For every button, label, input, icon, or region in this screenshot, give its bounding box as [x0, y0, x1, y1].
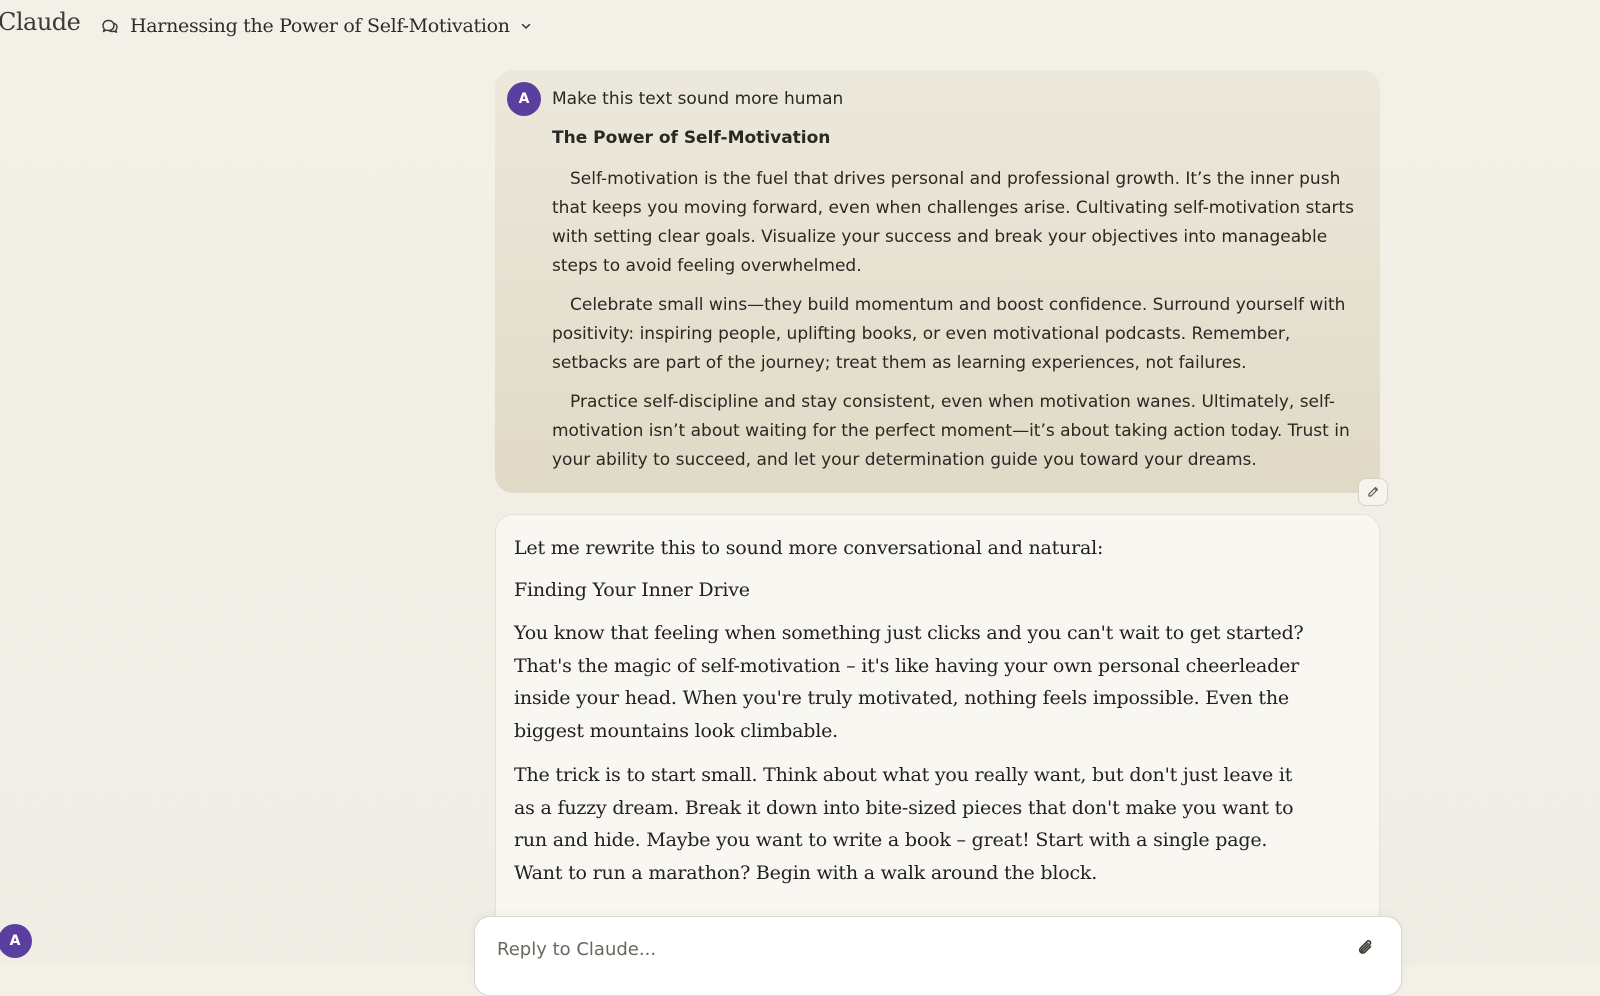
assistant-message-body: Let me rewrite this to sound more conver…: [514, 533, 1314, 901]
assistant-paragraph: You know that feeling when something jus…: [514, 622, 1304, 742]
edit-message-button[interactable]: [1358, 478, 1388, 506]
chevron-down-icon: [520, 20, 532, 32]
user-message-body: Make this text sound more human The Powe…: [552, 87, 1360, 485]
chat-title-dropdown[interactable]: Harnessing the Power of Self-Motivation: [100, 11, 532, 41]
assistant-message: Let me rewrite this to sound more conver…: [495, 514, 1380, 984]
user-avatar: A: [507, 82, 541, 116]
user-text-paragraph: Celebrate small wins—they build momentum…: [552, 295, 1346, 373]
account-avatar[interactable]: A: [0, 924, 32, 958]
user-text-heading: The Power of Self-Motivation: [552, 128, 831, 148]
reply-composer: [474, 916, 1402, 996]
user-prompt: Make this text sound more human: [552, 89, 844, 109]
chat-title-text: Harnessing the Power of Self-Motivation: [130, 15, 510, 37]
user-message: A Make this text sound more human The Po…: [495, 70, 1380, 493]
pencil-icon: [1366, 485, 1380, 499]
top-bar: Claude Harnessing the Power of Self-Moti…: [0, 0, 1600, 50]
user-text-paragraph: Self-motivation is the fuel that drives …: [552, 169, 1354, 276]
assistant-heading: Finding Your Inner Drive: [514, 579, 750, 601]
attach-file-button[interactable]: [1355, 937, 1381, 963]
assistant-intro: Let me rewrite this to sound more conver…: [514, 537, 1104, 559]
reply-input[interactable]: [495, 933, 1319, 965]
assistant-paragraph: The trick is to start small. Think about…: [514, 764, 1294, 884]
chat-bubbles-icon: [100, 16, 120, 36]
app-logo[interactable]: Claude: [0, 8, 81, 36]
user-text-paragraph: Practice self-discipline and stay consis…: [552, 392, 1350, 470]
paperclip-icon: [1355, 937, 1381, 959]
